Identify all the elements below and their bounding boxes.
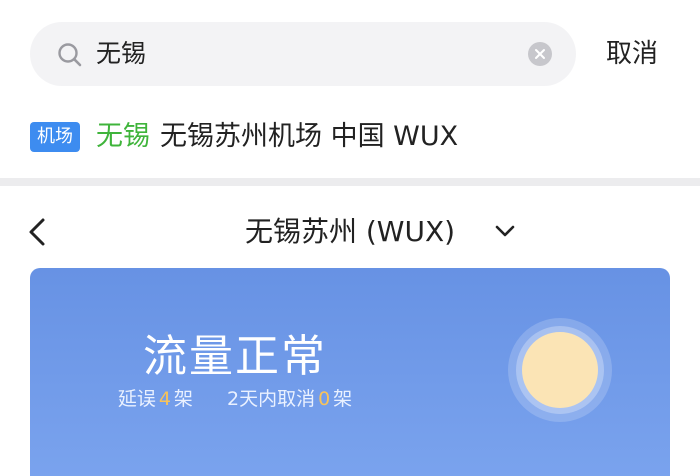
search-icon [58,43,82,67]
search-bar[interactable]: 无锡 [30,22,576,86]
cancelled-stat: 2天内取消 0 架 [227,384,352,411]
airport-title[interactable]: 无锡苏州 (WUX) [245,208,455,256]
cancelled-unit: 架 [333,388,353,410]
delayed-label: 延误 [117,388,156,410]
clear-icon[interactable] [528,42,552,66]
traffic-status-card: 流量正常 延误 4 架 2天内取消 0 架 [30,268,670,476]
delayed-count: 4 [158,388,171,410]
cancelled-label: 2天内取消 [226,388,316,410]
delayed-unit: 架 [173,388,193,410]
search-input[interactable]: 无锡 [96,22,146,86]
result-airport-name: 无锡苏州机场 中国 WUX [160,121,459,152]
status-stats: 延误 4 架 2天内取消 0 架 [30,384,440,411]
airport-title-bar: 无锡苏州 (WUX) [0,208,700,256]
sun-icon [522,332,598,408]
search-result-item[interactable]: 机场 无锡 无锡苏州机场 中国 WUX [0,108,700,166]
delayed-stat: 延误 4 架 [118,384,193,411]
chevron-down-icon[interactable] [492,218,518,244]
status-title: 流量正常 [143,331,327,382]
airport-search-page: 无锡 取消 机场 无锡 无锡苏州机场 中国 WUX 无锡苏州 (WUX) 流量正常… [0,0,700,476]
cancelled-count: 0 [318,388,331,410]
result-text: 无锡 无锡苏州机场 中国 WUX [96,108,458,166]
result-type-badge: 机场 [30,122,80,152]
cancel-button[interactable]: 取消 [606,22,658,86]
section-divider [0,178,700,186]
result-highlight: 无锡 [96,121,150,152]
